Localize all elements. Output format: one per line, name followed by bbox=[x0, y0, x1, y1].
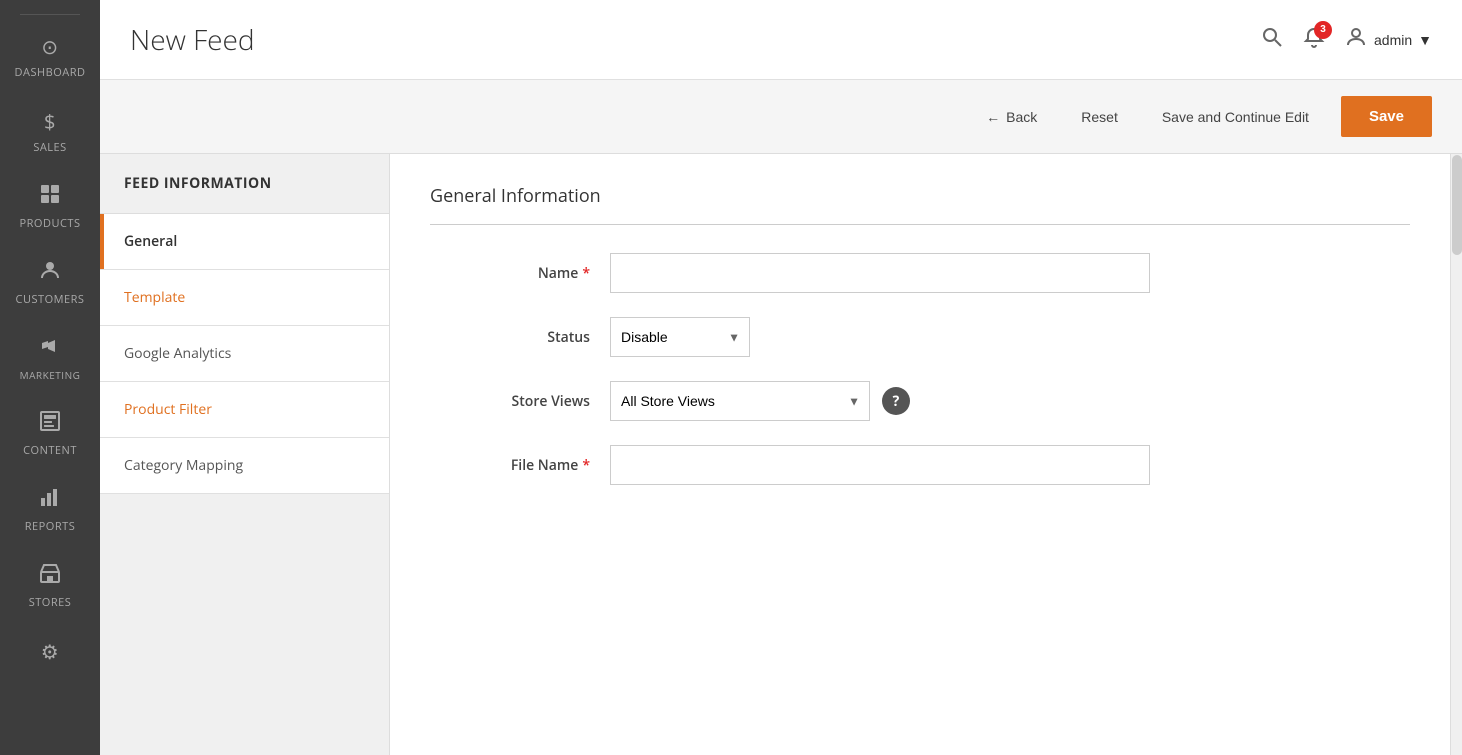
sidebar-item-label: MARKETING bbox=[20, 368, 81, 382]
status-select[interactable]: Disable Enable bbox=[610, 317, 750, 357]
reports-icon bbox=[39, 486, 61, 514]
left-nav-section-header: FEED INFORMATION bbox=[100, 154, 389, 214]
user-chevron-icon: ▼ bbox=[1418, 32, 1432, 48]
action-bar: ← Back Reset Save and Continue Edit Save bbox=[100, 80, 1462, 154]
name-required-star: * bbox=[582, 264, 590, 283]
sidebar-item-customers[interactable]: CUSTOMERS bbox=[0, 245, 100, 321]
dashboard-icon: ⊙ bbox=[41, 33, 58, 60]
store-views-select-wrapper: All Store Views ▼ bbox=[610, 381, 870, 421]
sidebar-item-label: CONTENT bbox=[23, 443, 77, 458]
products-icon bbox=[39, 183, 61, 211]
content-area: FEED INFORMATION General Template Google… bbox=[100, 154, 1462, 755]
name-input[interactable] bbox=[610, 253, 1150, 293]
file-name-field-row: File Name* bbox=[430, 445, 1410, 485]
system-icon: ⚙ bbox=[41, 638, 59, 665]
store-views-field-row: Store Views All Store Views ▼ ? bbox=[430, 381, 1410, 421]
left-nav-item-general[interactable]: General bbox=[100, 214, 389, 270]
form-section-title: General Information bbox=[430, 184, 1410, 208]
main-area: New Feed 3 bbox=[100, 0, 1462, 755]
notification-badge: 3 bbox=[1314, 21, 1332, 39]
save-continue-label: Save and Continue Edit bbox=[1162, 109, 1309, 125]
header-actions: 3 admin ▼ bbox=[1260, 25, 1432, 55]
store-views-label: Store Views bbox=[430, 392, 610, 411]
scrollbar-track[interactable] bbox=[1450, 154, 1462, 755]
store-views-select[interactable]: All Store Views bbox=[610, 381, 870, 421]
file-name-label: File Name* bbox=[430, 456, 610, 475]
left-nav-item-label: Template bbox=[124, 288, 185, 307]
name-field-row: Name* bbox=[430, 253, 1410, 293]
content-icon bbox=[39, 410, 61, 438]
reset-button[interactable]: Reset bbox=[1069, 101, 1130, 133]
sidebar-item-label: PRODUCTS bbox=[20, 216, 81, 231]
left-nav-item-product-filter[interactable]: Product Filter bbox=[100, 382, 389, 438]
sidebar-item-sales[interactable]: $ SALES bbox=[0, 94, 100, 169]
file-name-required-star: * bbox=[582, 456, 590, 475]
left-nav-item-label: Product Filter bbox=[124, 400, 212, 419]
save-continue-button[interactable]: Save and Continue Edit bbox=[1150, 101, 1321, 133]
file-name-input[interactable] bbox=[610, 445, 1150, 485]
sidebar-divider-top bbox=[20, 14, 80, 15]
sidebar-item-reports[interactable]: REPORTS bbox=[0, 472, 100, 548]
scrollbar-thumb[interactable] bbox=[1452, 155, 1462, 255]
stores-icon bbox=[39, 562, 61, 590]
left-nav-item-template[interactable]: Template bbox=[100, 270, 389, 326]
back-label: Back bbox=[1006, 109, 1037, 125]
sidebar-item-products[interactable]: PRODUCTS bbox=[0, 169, 100, 245]
form-area: General Information Name* Status Disable… bbox=[390, 154, 1450, 755]
customers-icon bbox=[39, 259, 61, 287]
marketing-icon bbox=[39, 335, 61, 363]
section-divider bbox=[430, 224, 1410, 225]
sidebar: ⊙ DASHBOARD $ SALES PRODUCTS CUSTOMERS bbox=[0, 0, 100, 755]
user-menu-button[interactable]: admin ▼ bbox=[1344, 25, 1432, 55]
status-select-wrapper: Disable Enable ▼ bbox=[610, 317, 750, 357]
back-button[interactable]: ← Back bbox=[974, 101, 1049, 133]
sidebar-item-label: REPORTS bbox=[25, 519, 75, 534]
sidebar-item-label: CUSTOMERS bbox=[16, 292, 85, 307]
notifications-button[interactable]: 3 bbox=[1302, 25, 1326, 55]
left-nav-item-category-mapping[interactable]: Category Mapping bbox=[100, 438, 389, 494]
status-field-row: Status Disable Enable ▼ bbox=[430, 317, 1410, 357]
sidebar-item-dashboard[interactable]: ⊙ DASHBOARD bbox=[0, 19, 100, 94]
page-title: New Feed bbox=[130, 21, 255, 59]
user-avatar-icon bbox=[1344, 25, 1368, 55]
sidebar-item-marketing[interactable]: MARKETING bbox=[0, 321, 100, 396]
left-nav: FEED INFORMATION General Template Google… bbox=[100, 154, 390, 755]
sidebar-item-label: STORES bbox=[29, 595, 72, 610]
top-header: New Feed 3 bbox=[100, 0, 1462, 80]
save-button[interactable]: Save bbox=[1341, 96, 1432, 137]
save-label: Save bbox=[1369, 108, 1404, 125]
left-nav-item-label: Category Mapping bbox=[124, 456, 243, 475]
sidebar-item-label: DASHBOARD bbox=[15, 65, 86, 80]
arrow-left-icon: ← bbox=[986, 109, 1000, 125]
status-label: Status bbox=[430, 328, 610, 347]
sidebar-item-stores[interactable]: STORES bbox=[0, 548, 100, 624]
search-button[interactable] bbox=[1260, 25, 1284, 55]
sidebar-item-label: SALES bbox=[33, 140, 66, 155]
left-nav-item-label: General bbox=[124, 232, 177, 251]
search-icon bbox=[1260, 25, 1284, 49]
left-nav-item-label: Google Analytics bbox=[124, 344, 231, 363]
store-views-help-icon[interactable]: ? bbox=[882, 387, 910, 415]
reset-label: Reset bbox=[1081, 109, 1118, 125]
sales-icon: $ bbox=[44, 108, 56, 135]
name-label: Name* bbox=[430, 264, 610, 283]
sidebar-item-system[interactable]: ⚙ bbox=[0, 624, 100, 684]
user-name-label: admin bbox=[1374, 32, 1412, 48]
left-nav-item-google-analytics[interactable]: Google Analytics bbox=[100, 326, 389, 382]
sidebar-item-content[interactable]: CONTENT bbox=[0, 396, 100, 472]
